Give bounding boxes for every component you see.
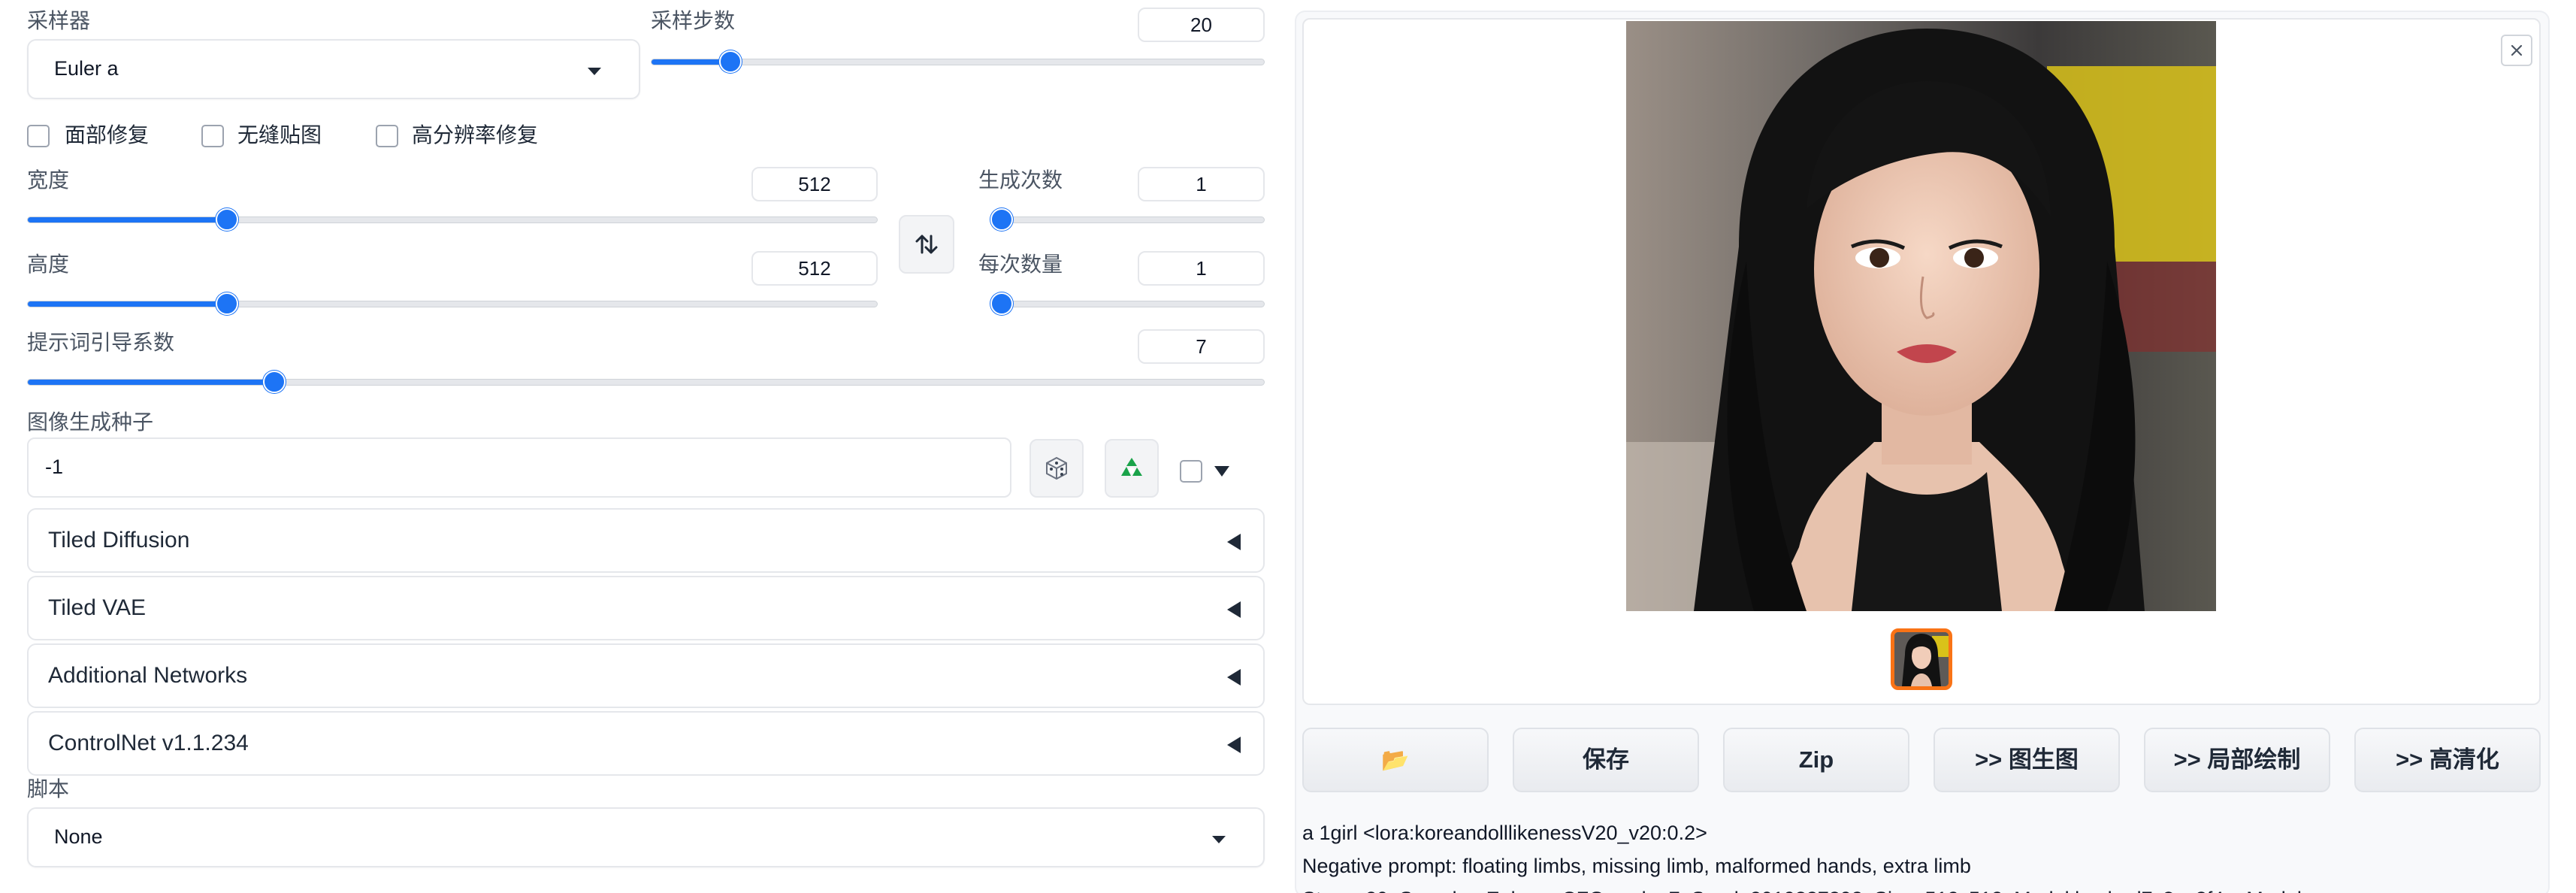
- send-to-inpaint-button[interactable]: >> 局部绘制: [2144, 728, 2330, 792]
- gallery-thumbnail[interactable]: [1891, 628, 1952, 690]
- close-icon: [2511, 44, 2523, 56]
- extra-seed-checkbox[interactable]: [1180, 460, 1202, 483]
- generated-image[interactable]: [1626, 21, 2216, 611]
- batch-size-input[interactable]: 1: [1138, 251, 1265, 286]
- batch-count-slider[interactable]: [990, 203, 1265, 236]
- collapse-triangle-icon: [1227, 534, 1241, 550]
- script-select[interactable]: None: [27, 807, 1265, 867]
- accordion-controlnet[interactable]: ControlNet v1.1.234: [27, 711, 1265, 776]
- batch-size-label: 每次数量: [978, 253, 1063, 276]
- steps-input[interactable]: 20: [1138, 8, 1265, 42]
- extra-seed-toggle-icon[interactable]: [1214, 466, 1229, 477]
- recycle-icon: [1121, 458, 1142, 476]
- accordion-title: Tiled VAE: [48, 595, 147, 620]
- save-button[interactable]: 保存: [1513, 728, 1699, 792]
- info-prompt: a 1girl <lora:koreandolllikenessV20_v20:…: [1302, 822, 1707, 844]
- batch-count-label: 生成次数: [978, 168, 1063, 192]
- script-label: 脚本: [27, 777, 70, 801]
- batch-size-slider[interactable]: [990, 287, 1265, 320]
- face-restore-checkbox[interactable]: [27, 125, 50, 147]
- collapse-triangle-icon: [1227, 601, 1241, 618]
- height-slider[interactable]: [27, 287, 878, 320]
- hires-fix-checkbox[interactable]: [376, 125, 398, 147]
- chevron-down-icon: [1212, 836, 1226, 843]
- chevron-down-icon: [588, 68, 601, 75]
- info-negative-prompt: Negative prompt: floating limbs, missing…: [1302, 855, 1971, 877]
- tiling-checkbox[interactable]: [201, 125, 224, 147]
- hires-fix-label: 高分辨率修复: [412, 123, 539, 147]
- script-value: None: [54, 825, 103, 848]
- accordion-tiled-diffusion[interactable]: Tiled Diffusion: [27, 508, 1265, 573]
- accordion-title: Tiled Diffusion: [48, 528, 190, 552]
- sampler-label: 采样器: [27, 9, 91, 32]
- height-input[interactable]: 512: [751, 251, 878, 286]
- reuse-seed-button[interactable]: [1105, 439, 1159, 498]
- width-slider[interactable]: [27, 203, 878, 236]
- folder-icon: 📂: [1381, 748, 1410, 773]
- steps-label: 采样步数: [651, 9, 736, 32]
- width-label: 宽度: [27, 168, 70, 192]
- sampler-value: Euler a: [54, 57, 119, 80]
- close-image-button[interactable]: [2501, 35, 2532, 66]
- swap-dimensions-button[interactable]: [899, 215, 954, 274]
- open-folder-button[interactable]: 📂: [1302, 728, 1489, 792]
- accordion-title: Additional Networks: [48, 663, 248, 688]
- batch-count-input[interactable]: 1: [1138, 167, 1265, 201]
- info-parameters: Steps: 20, Sampler: Euler a, CFG scale: …: [1302, 887, 2330, 893]
- accordion-tiled-vae[interactable]: Tiled VAE: [27, 576, 1265, 640]
- accordion-title: ControlNet v1.1.234: [48, 731, 249, 755]
- collapse-triangle-icon: [1227, 737, 1241, 753]
- width-input[interactable]: 512: [751, 167, 878, 201]
- height-label: 高度: [27, 253, 70, 276]
- send-to-img2img-button[interactable]: >> 图生图: [1934, 728, 2120, 792]
- seed-input[interactable]: -1: [27, 437, 1011, 498]
- thumbnail-image: [1894, 632, 1949, 686]
- seed-value: -1: [45, 456, 64, 478]
- seed-label: 图像生成种子: [27, 410, 154, 434]
- sampler-select[interactable]: Euler a: [27, 39, 640, 99]
- cfg-slider[interactable]: [27, 365, 1265, 398]
- zip-button[interactable]: Zip: [1723, 728, 1909, 792]
- random-seed-button[interactable]: [1029, 439, 1084, 498]
- collapse-triangle-icon: [1227, 669, 1241, 686]
- steps-slider[interactable]: [651, 45, 1265, 78]
- cfg-input[interactable]: 7: [1138, 329, 1265, 364]
- portrait-image: [1626, 21, 2216, 611]
- cfg-label: 提示词引导系数: [27, 331, 175, 354]
- tiling-label: 无缝贴图: [237, 123, 322, 147]
- swap-arrows-icon: [915, 235, 938, 254]
- accordion-additional-networks[interactable]: Additional Networks: [27, 643, 1265, 708]
- dice-icon: [1046, 456, 1067, 480]
- face-restore-label: 面部修复: [65, 123, 150, 147]
- send-to-extras-button[interactable]: >> 高清化: [2354, 728, 2541, 792]
